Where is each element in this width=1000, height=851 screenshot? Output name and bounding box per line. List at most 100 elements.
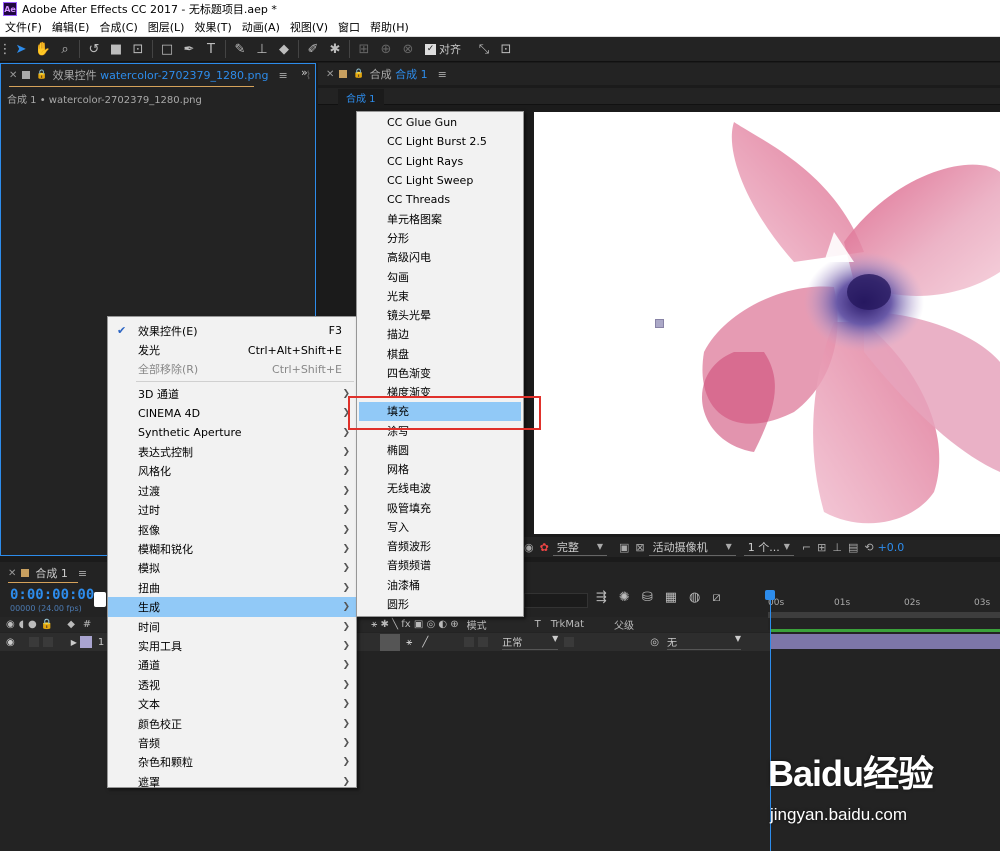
frame-blending-icon[interactable]: ▦ xyxy=(665,590,677,605)
menu-item-category[interactable]: 音频 ❯ xyxy=(108,733,356,752)
search-icon[interactable] xyxy=(94,592,106,607)
menu-item-category[interactable]: 遮罩 ❯ xyxy=(108,772,356,791)
menu-item-category[interactable]: 时间 ❯ xyxy=(108,617,356,636)
submenu-item-effect[interactable]: 写入 xyxy=(357,517,523,536)
menu-item-category[interactable]: 文本 ❯ xyxy=(108,694,356,713)
local-axis-icon[interactable]: ⊞ xyxy=(353,38,375,60)
current-time-display[interactable]: 0:00:00:00 xyxy=(10,587,94,603)
visibility-eye-icon[interactable]: ◉ xyxy=(6,637,15,648)
panel-menu-icon[interactable]: ≡ xyxy=(78,567,87,580)
menu-item-category[interactable]: 颜色校正 ❯ xyxy=(108,714,356,733)
flowchart-icon[interactable]: ⊥ xyxy=(832,541,842,554)
submenu-item-effect[interactable]: 勾画 xyxy=(357,267,523,286)
parent-dropdown[interactable]: 无 ▼ xyxy=(667,634,742,650)
menu-item-glow[interactable]: 发光 Ctrl+Alt+Shift+E xyxy=(108,340,356,359)
composition-mini-flowchart-icon[interactable]: ⇶ xyxy=(596,590,607,605)
fast-preview-icon[interactable]: ⌐ xyxy=(802,541,811,554)
menu-item-category[interactable]: 过时 ❯ xyxy=(108,501,356,520)
menu-item-category[interactable]: 3D 通道 ❯ xyxy=(108,384,356,403)
selection-tool-icon[interactable]: ➤ xyxy=(10,38,32,60)
eraser-tool-icon[interactable]: ◆ xyxy=(273,38,295,60)
menu-item-category[interactable]: 表达式控制 ❯ xyxy=(108,442,356,461)
work-area-bar[interactable] xyxy=(768,612,1000,618)
submenu-item-effect[interactable]: 音频波形 xyxy=(357,537,523,556)
menu-effect[interactable]: 效果(T) xyxy=(189,19,236,35)
submenu-item-effect[interactable]: CC Light Burst 2.5 xyxy=(357,132,523,151)
reset-exposure-icon[interactable]: ⟲ xyxy=(864,541,873,554)
clone-stamp-tool-icon[interactable]: ⊥ xyxy=(251,38,273,60)
comp-flowchart-icon[interactable]: ▤ xyxy=(848,541,858,554)
submenu-item-effect[interactable]: 四色渐变 xyxy=(357,363,523,382)
snap-toggle[interactable]: ✓ 对齐 xyxy=(425,41,461,57)
draft-3d-icon[interactable]: ✺ xyxy=(619,590,630,605)
submenu-item-effect[interactable]: CC Threads xyxy=(357,190,523,209)
time-ruler[interactable]: 00s 01s 02s 03s xyxy=(768,590,1000,630)
snap-checkbox[interactable]: ✓ xyxy=(425,43,436,55)
camera-dropdown[interactable]: 活动摄像机 ▼ xyxy=(648,539,736,556)
menu-window[interactable]: 窗口 xyxy=(333,19,365,35)
anchor-point-handle[interactable] xyxy=(655,319,664,328)
submenu-item-effect[interactable]: 油漆桶 xyxy=(357,575,523,594)
menu-item-category[interactable]: 透视 ❯ xyxy=(108,675,356,694)
effect-controls-tab[interactable]: ✕ 🔒 效果控件 watercolor-2702379_1280.png ≡ ⌇ xyxy=(1,64,315,86)
snapshot-icon[interactable]: ◉ xyxy=(524,541,534,554)
view-axis-icon[interactable]: ⊗ xyxy=(397,38,419,60)
menu-view[interactable]: 视图(V) xyxy=(285,19,333,35)
roto-brush-tool-icon[interactable]: ✐ xyxy=(302,38,324,60)
submenu-item-effect[interactable]: 音频频谱 xyxy=(357,556,523,575)
snap-target-icon[interactable]: ⊡ xyxy=(495,38,517,60)
menu-item-category[interactable]: 模糊和锐化 ❯ xyxy=(108,539,356,558)
brush-tool-icon[interactable]: ✎ xyxy=(229,38,251,60)
menu-item-category[interactable]: Synthetic Aperture ❯ xyxy=(108,423,356,442)
exposure-value[interactable]: +0.0 xyxy=(878,541,905,554)
lock-toggle[interactable] xyxy=(42,637,53,647)
submenu-item-effect[interactable]: 分形 xyxy=(357,229,523,248)
region-of-interest-icon[interactable]: ▣ xyxy=(619,541,629,554)
pickwhip-icon[interactable]: ◎ xyxy=(650,637,659,648)
lock-icon[interactable]: 🔒 xyxy=(353,69,364,79)
menu-item-category[interactable]: 通道 ❯ xyxy=(108,656,356,675)
zoom-tool-icon[interactable]: ⌕ xyxy=(54,38,76,60)
pan-behind-tool-icon[interactable]: ⊡ xyxy=(127,38,149,60)
rectangle-tool-icon[interactable]: □ xyxy=(156,38,178,60)
menu-item-effect-controls[interactable]: ✔ 效果控件(E) F3 xyxy=(108,321,356,340)
rotate-tool-icon[interactable]: ↺ xyxy=(83,38,105,60)
world-axis-icon[interactable]: ⊕ xyxy=(375,38,397,60)
layer-label-color[interactable] xyxy=(79,636,92,648)
preserve-transparency-toggle[interactable] xyxy=(564,637,575,647)
composition-tab[interactable]: ✕ 🔒 合成 合成 1 ≡ xyxy=(318,63,1000,85)
channel-icon[interactable]: ✿ xyxy=(540,541,549,554)
close-icon[interactable]: ✕ xyxy=(326,69,334,80)
timeline-search-input[interactable] xyxy=(524,593,588,608)
layer-duration-bar[interactable] xyxy=(770,634,1000,649)
submenu-item-effect[interactable]: 光束 xyxy=(357,286,523,305)
snap-option-icon[interactable]: ⤡ xyxy=(473,38,495,60)
shy-switch-icon[interactable]: ⚹ xyxy=(406,637,412,648)
menu-animation[interactable]: 动画(A) xyxy=(237,19,285,35)
submenu-item-effect[interactable]: 网格 xyxy=(357,460,523,479)
menu-item-category[interactable]: 扭曲 ❯ xyxy=(108,578,356,597)
menu-layer[interactable]: 图层(L) xyxy=(143,19,190,35)
camera-tool-icon[interactable]: ■ xyxy=(105,38,127,60)
submenu-item-effect[interactable]: CC Glue Gun xyxy=(357,113,523,132)
menu-composition[interactable]: 合成(C) xyxy=(94,19,142,35)
submenu-item-effect[interactable]: 吸管填充 xyxy=(357,498,523,517)
menu-item-category[interactable]: 抠像 ❯ xyxy=(108,520,356,539)
lock-icon[interactable]: 🔒 xyxy=(36,70,47,80)
panel-overflow-icon[interactable]: » xyxy=(301,66,308,79)
transparency-grid-icon[interactable]: ⊠ xyxy=(635,541,644,554)
submenu-item-effect[interactable]: 棋盘 xyxy=(357,344,523,363)
submenu-item-effect[interactable]: 椭圆 xyxy=(357,440,523,459)
submenu-item-effect[interactable]: 描边 xyxy=(357,325,523,344)
submenu-item-effect[interactable]: 单元格图案 xyxy=(357,209,523,228)
menu-file[interactable]: 文件(F) xyxy=(0,19,47,35)
composition-subtab[interactable]: 合成 1 xyxy=(338,89,384,106)
submenu-item-effect[interactable]: 圆形 xyxy=(357,594,523,613)
motion-blur-icon[interactable]: ◍ xyxy=(689,590,700,605)
menu-item-category[interactable]: 实用工具 ❯ xyxy=(108,636,356,655)
blend-mode-dropdown[interactable]: 正常 ▼ xyxy=(502,634,559,650)
resolution-dropdown[interactable]: 完整 ▼ xyxy=(552,539,607,556)
hand-tool-icon[interactable]: ✋ xyxy=(32,38,54,60)
submenu-item-effect[interactable]: 高级闪电 xyxy=(357,248,523,267)
submenu-item-effect[interactable]: 镜头光晕 xyxy=(357,306,523,325)
